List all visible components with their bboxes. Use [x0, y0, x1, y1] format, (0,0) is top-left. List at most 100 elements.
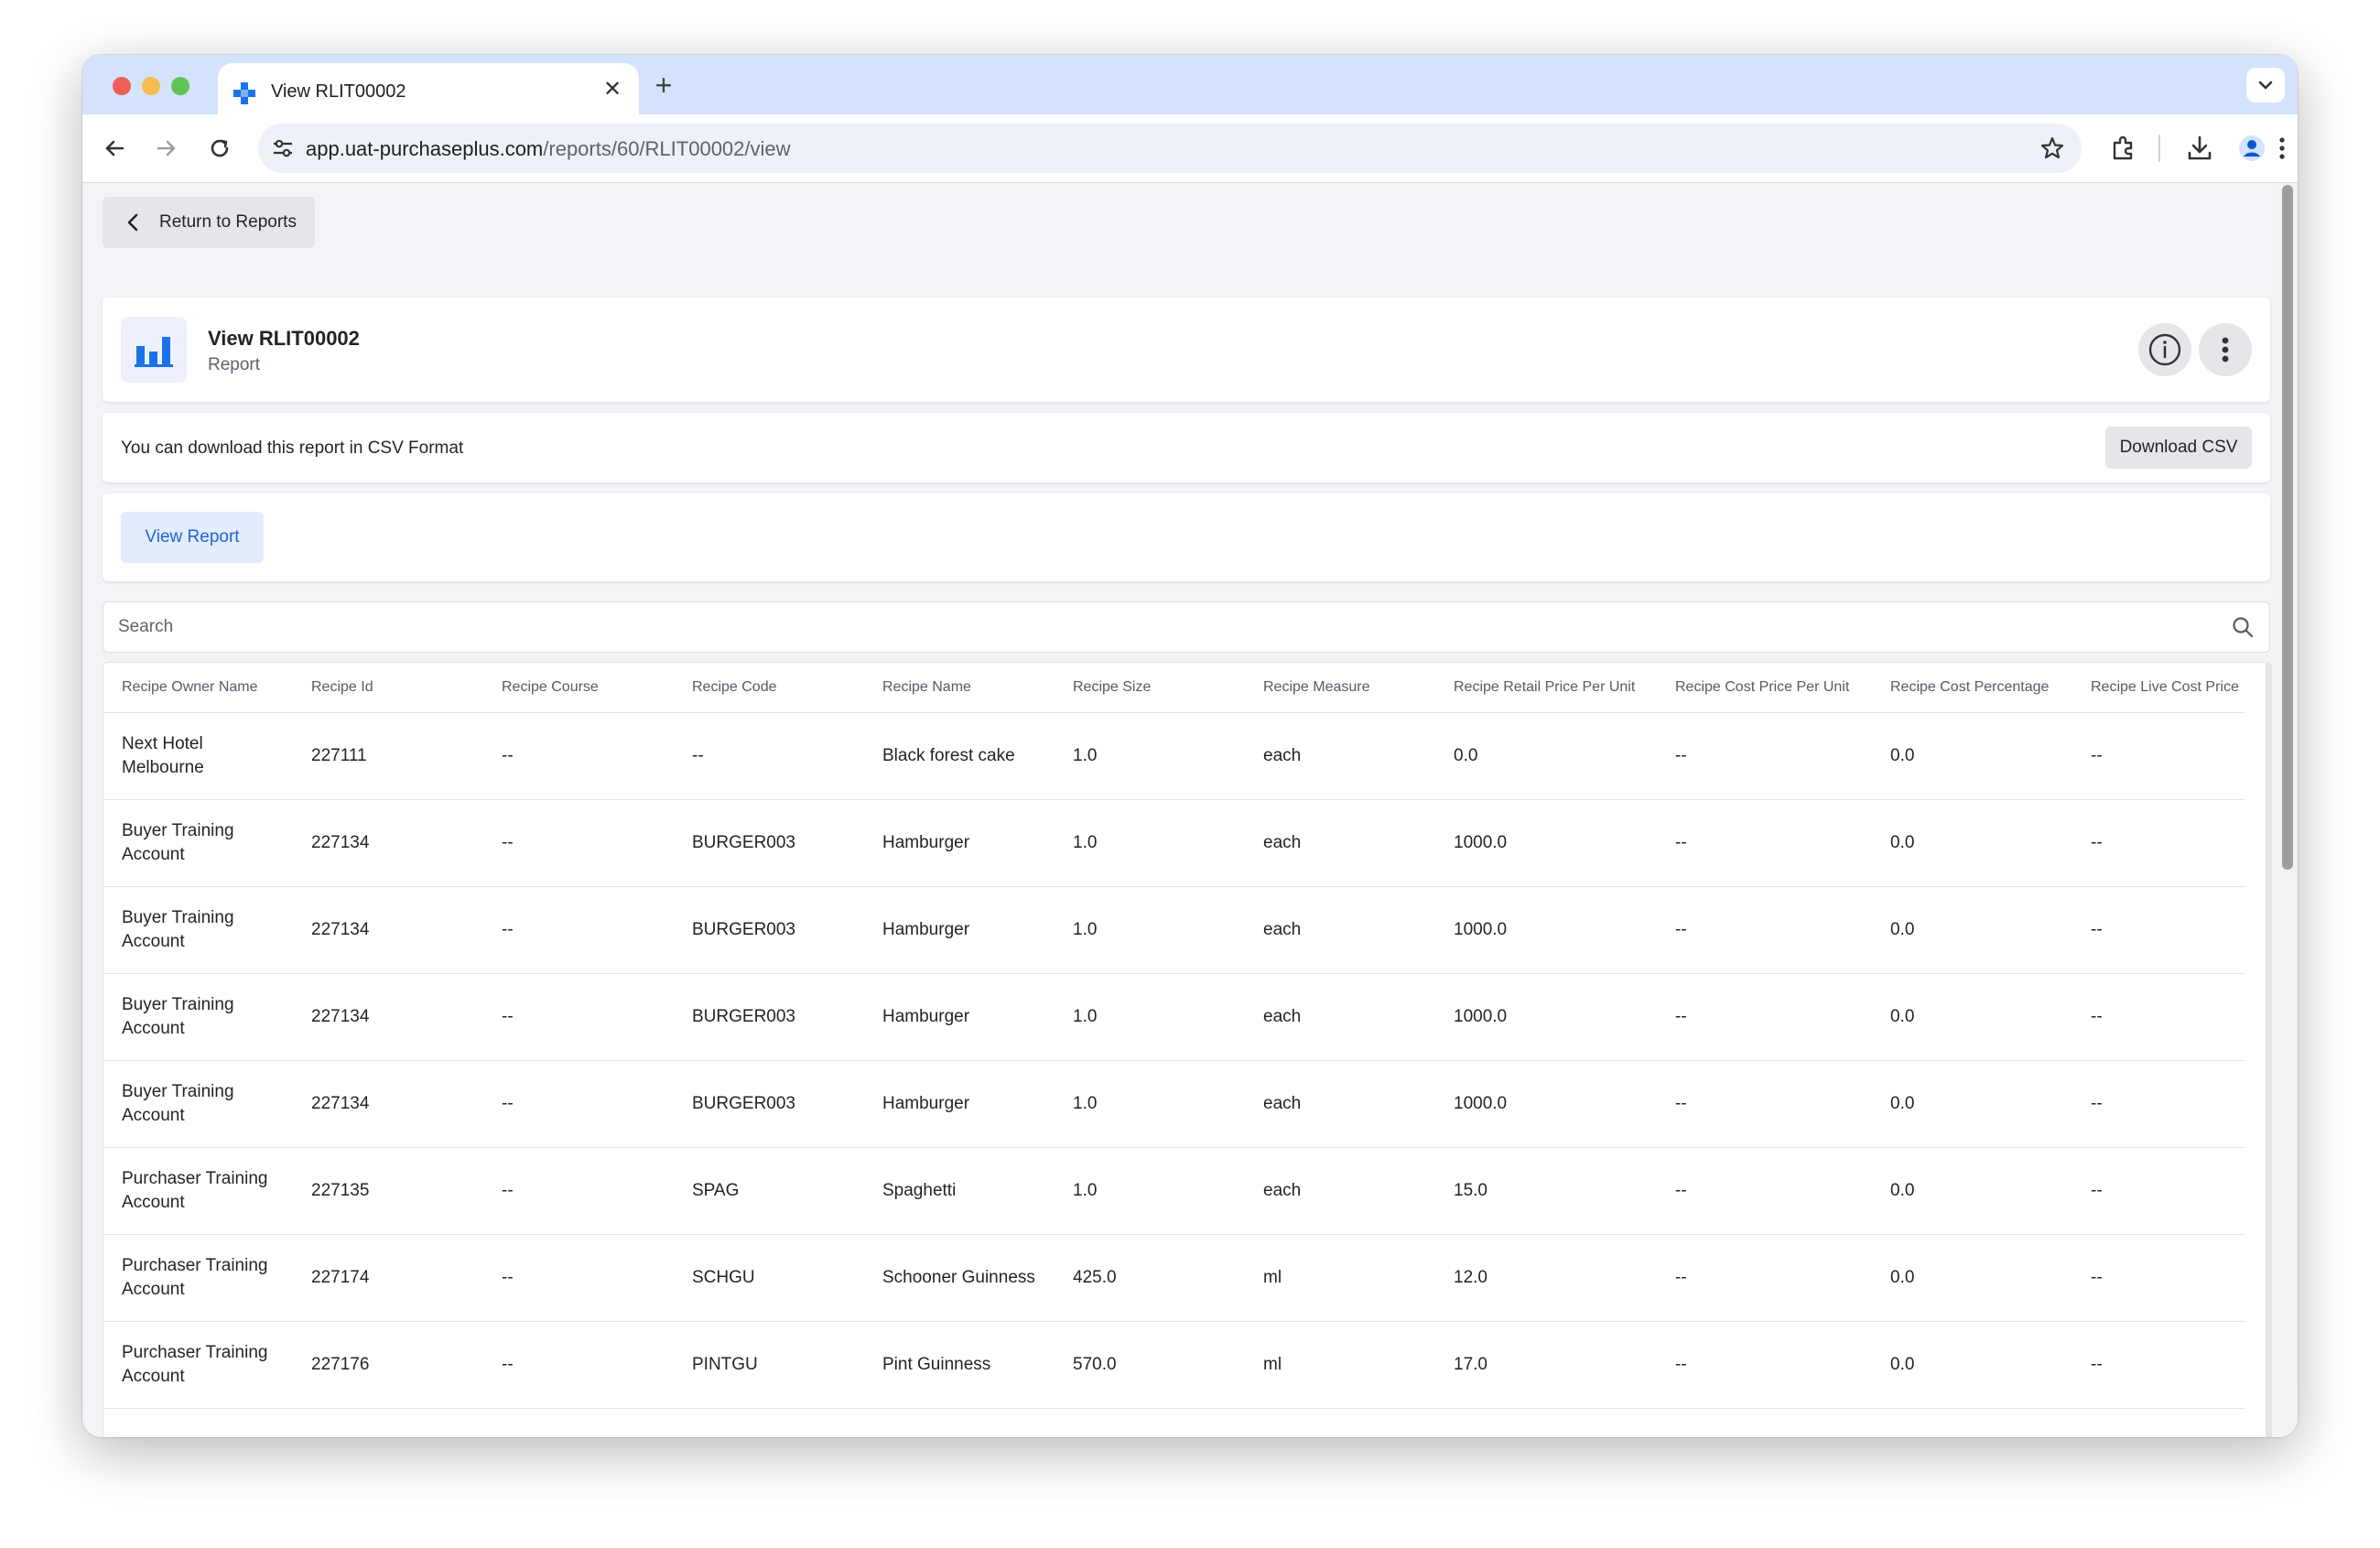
table-cell: 227134 [293, 799, 483, 887]
info-icon [2148, 333, 2181, 366]
table-cell: 1000.0 [1435, 799, 1657, 887]
column-header[interactable]: Recipe Cost Percentage [1872, 663, 2072, 713]
browser-tab[interactable]: View RLIT00002 ✕ [218, 63, 639, 116]
address-bar[interactable]: app.uat-purchaseplus.com/reports/60/RLIT… [258, 124, 2082, 173]
profile-avatar-icon[interactable] [2236, 133, 2267, 164]
column-header[interactable]: Recipe Id [293, 663, 483, 713]
close-tab-icon[interactable]: ✕ [599, 76, 626, 103]
table-cell: Buyer Training Account [103, 1060, 293, 1148]
browser-menu-icon[interactable] [2266, 133, 2298, 164]
column-header[interactable]: Recipe Measure [1245, 663, 1435, 713]
view-report-card: View Report [103, 493, 2270, 581]
table-cell: BURGER003 [674, 973, 864, 1061]
column-header[interactable]: Recipe Course [483, 663, 674, 713]
table-cell: 12.0 [1435, 1234, 1657, 1322]
scrollbar-thumb[interactable] [2282, 185, 2293, 870]
table-cell: 0.0 [1872, 1147, 2072, 1235]
table-cell: SCHGU [674, 1234, 864, 1322]
table-cell: Purchaser Training Account [103, 1321, 293, 1409]
column-header[interactable]: Recipe Size [1055, 663, 1245, 713]
more-vertical-icon [2222, 337, 2229, 363]
table-cell: 1000.0 [1435, 886, 1657, 974]
page-content: Return to Reports View RLIT00002 Report [82, 183, 2277, 1437]
table-row[interactable]: Purchaser Training Account 227135 -- SPAG Sp… [103, 1147, 2245, 1235]
tab-search-button[interactable] [2246, 68, 2285, 103]
table-cell: Spaghetti [864, 1147, 1055, 1235]
table-cell: -- [1657, 799, 1872, 887]
table-cell: -- [483, 1321, 674, 1409]
table-cell: each [1245, 973, 1435, 1061]
table-cell: -- [2072, 973, 2245, 1061]
return-to-reports-label: Return to Reports [159, 212, 297, 232]
page-scrollbar[interactable] [2277, 183, 2298, 1437]
csv-download-card: You can download this report in CSV Form… [103, 413, 2270, 482]
column-header[interactable]: Recipe Retail Price Per Unit [1435, 663, 1657, 713]
table-cell: 0.0 [1872, 712, 2072, 800]
table-cell: Hamburger [864, 1060, 1055, 1148]
table-cell: ml [1245, 1234, 1435, 1322]
table-cell: -- [2072, 712, 2245, 800]
table-cell: each [1245, 1060, 1435, 1148]
column-header[interactable]: Recipe Name [864, 663, 1055, 713]
table-cell: 425.0 [1055, 1234, 1245, 1322]
table-row[interactable]: Buyer Training Account 227134 -- BURGER003 H… [103, 799, 2245, 887]
search-input[interactable]: Search [103, 601, 2270, 653]
table-header-row: Recipe Owner Name Recipe Id Recipe Course R… [103, 663, 2245, 713]
table-cell: 227111 [293, 712, 483, 800]
table-cell: -- [483, 1234, 674, 1322]
close-window-button[interactable] [113, 77, 131, 95]
table-cell: Purchaser Training Account [103, 1234, 293, 1322]
table-cell: 1.0 [1055, 973, 1245, 1061]
info-button[interactable] [2138, 323, 2191, 376]
table-cell: -- [483, 886, 674, 974]
browser-toolbar: app.uat-purchaseplus.com/reports/60/RLIT… [82, 114, 2298, 183]
table-cell: each [1245, 799, 1435, 887]
table-cell: -- [1657, 1321, 1872, 1409]
table-cell: 1000.0 [1435, 1060, 1657, 1148]
column-header[interactable]: Recipe Cost Price Per Unit [1657, 663, 1872, 713]
bookmark-star-icon[interactable] [2039, 135, 2065, 161]
column-header[interactable]: Recipe Live Cost Price [2072, 663, 2245, 713]
view-report-button[interactable]: View Report [121, 512, 264, 563]
download-csv-button[interactable]: Download CSV [2105, 427, 2252, 469]
more-options-button[interactable] [2199, 323, 2252, 376]
table-row[interactable]: Purchaser Training Account 227174 -- SCHGU S… [103, 1234, 2245, 1322]
column-header[interactable]: Recipe Owner Name [103, 663, 293, 713]
report-chart-icon [121, 317, 187, 383]
column-header[interactable]: Recipe Code [674, 663, 864, 713]
table-cell: 0.0 [1872, 1234, 2072, 1322]
table-cell: 0.0 [1872, 799, 2072, 887]
table-row[interactable]: Buyer Training Account 227134 -- BURGER003 H… [103, 886, 2245, 974]
chevron-left-icon [127, 213, 138, 232]
extensions-puzzle-icon[interactable] [2108, 133, 2139, 164]
table-cell: Pint Guinness [864, 1321, 1055, 1409]
table-row[interactable]: Buyer Training Account 227134 -- BURGER003 H… [103, 1060, 2245, 1148]
downloads-icon[interactable] [2184, 133, 2215, 164]
tab-strip: View RLIT00002 ✕ + [82, 55, 2298, 116]
maximize-window-button[interactable] [171, 77, 189, 95]
table-row[interactable]: Purchaser Training Account 227176 -- PINTGU… [103, 1321, 2245, 1409]
forward-arrow-icon[interactable] [151, 133, 182, 164]
return-to-reports-button[interactable]: Return to Reports [103, 197, 315, 248]
table-cell: 227135 [293, 1147, 483, 1235]
table-row[interactable]: Next Hotel Melbourne 227111 -- -- Black fore… [103, 712, 2245, 800]
reload-icon[interactable] [204, 133, 235, 164]
bar-chart-icon [135, 337, 173, 367]
minimize-window-button[interactable] [142, 77, 160, 95]
new-tab-button[interactable]: + [645, 68, 682, 104]
table-cell: 227134 [293, 1060, 483, 1148]
table-cell: 0.0 [1872, 973, 2072, 1061]
url-path: /reports/60/RLIT00002/view [543, 137, 791, 160]
table-cell: each [1245, 712, 1435, 800]
table-cell: -- [2072, 1147, 2245, 1235]
url-text: app.uat-purchaseplus.com/reports/60/RLIT… [306, 137, 791, 161]
table-cell: Hamburger [864, 799, 1055, 887]
back-arrow-icon[interactable] [99, 133, 130, 164]
search-icon[interactable] [2231, 615, 2255, 639]
csv-info-text: You can download this report in CSV Form… [121, 438, 464, 458]
table-cell: -- [2072, 1321, 2245, 1409]
table-row[interactable]: Buyer Training Account 227134 -- BURGER003 H… [103, 973, 2245, 1061]
table-cell: Purchaser Training Account [103, 1147, 293, 1235]
site-settings-icon[interactable] [271, 136, 295, 160]
table-cell: PINTGU [674, 1321, 864, 1409]
